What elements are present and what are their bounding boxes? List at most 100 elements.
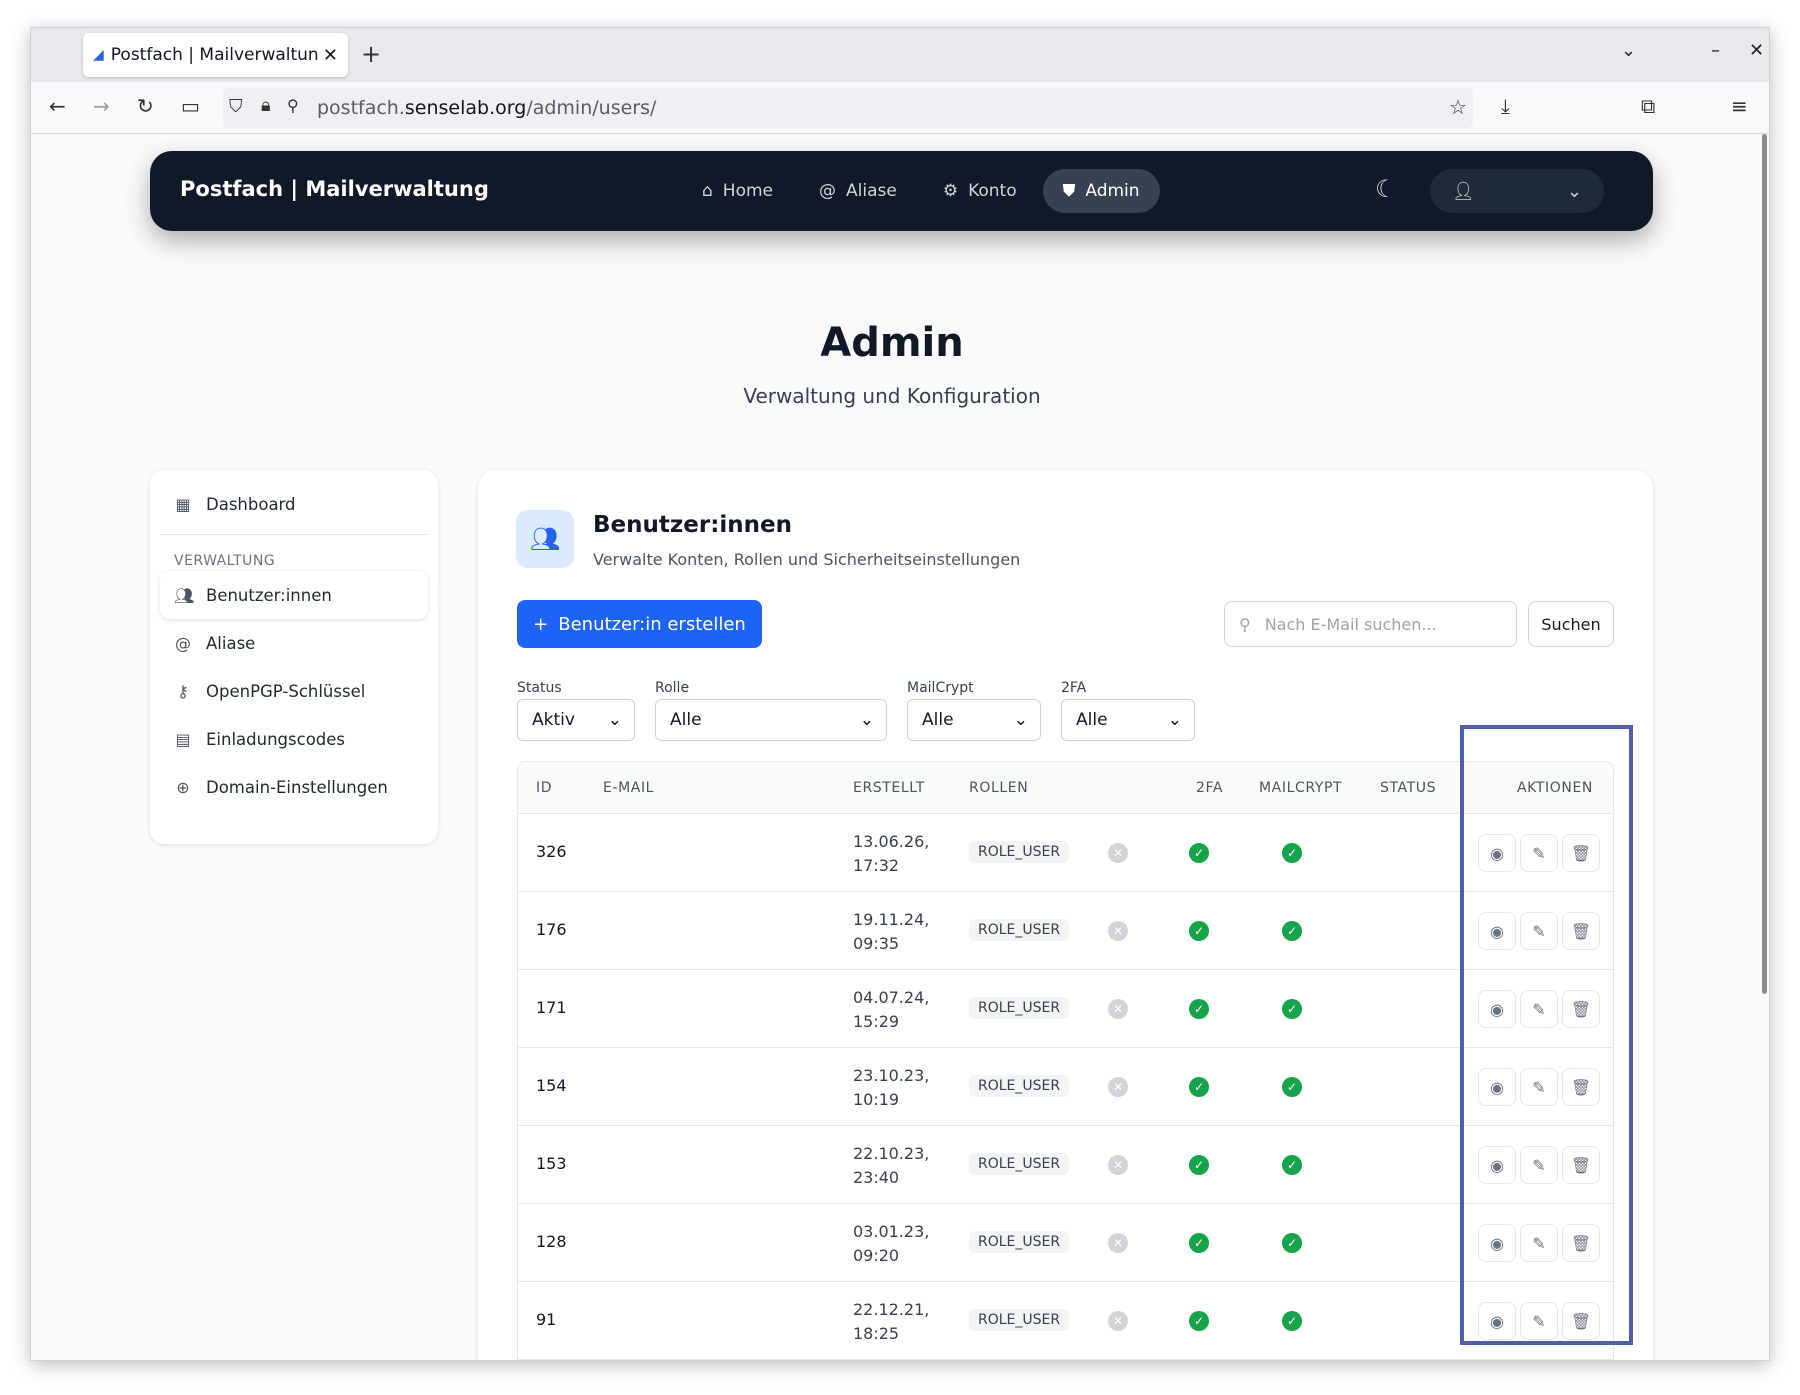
mailcrypt-enabled-icon: ✓ <box>1189 843 1209 863</box>
new-tab-icon[interactable]: + <box>361 40 381 68</box>
menu-icon[interactable]: ≡ <box>1731 94 1748 118</box>
delete-icon[interactable]: 🗑︎ <box>1562 834 1600 872</box>
mailcrypt-enabled-icon: ✓ <box>1189 1155 1209 1175</box>
edit-icon[interactable]: ✎ <box>1520 834 1558 872</box>
page-scrollbar[interactable] <box>1762 134 1767 994</box>
close-tab-icon[interactable]: ✕ <box>323 45 338 66</box>
twofa-select[interactable]: Alle ⌄ <box>1061 699 1195 741</box>
back-icon[interactable]: ← <box>49 94 66 118</box>
lock-icon[interactable]: 🔒︎ <box>261 95 271 116</box>
view-icon[interactable]: ◉ <box>1478 834 1516 872</box>
row-actions: ◉ ✎ 🗑︎ <box>1478 1146 1600 1184</box>
delete-icon[interactable]: 🗑︎ <box>1562 912 1600 950</box>
url-bar[interactable]: ⛉ 🔒︎ ⚲ postfach.senselab.org/admin/users… <box>223 88 1473 128</box>
sidebar-item-openpgp[interactable]: ⚷ OpenPGP-Schlüssel <box>160 667 428 715</box>
view-icon[interactable]: ◉ <box>1478 1068 1516 1106</box>
page-subtitle: Verwaltung und Konfiguration <box>743 384 1041 408</box>
tab-title: Postfach | Mailverwaltung <box>110 45 319 65</box>
tab-list-icon[interactable]: ⌄ <box>1621 40 1636 61</box>
view-icon[interactable]: ◉ <box>1478 1146 1516 1184</box>
row-actions: ◉ ✎ 🗑︎ <box>1478 1224 1600 1262</box>
extensions-icon[interactable]: ⧉ <box>1641 94 1655 118</box>
twofa-select-value: Alle <box>1076 710 1108 730</box>
edit-icon[interactable]: ✎ <box>1520 1302 1558 1340</box>
shield-icon[interactable]: ⛉ <box>229 96 243 117</box>
view-icon[interactable]: ◉ <box>1478 990 1516 1028</box>
cell-id: 176 <box>536 920 567 939</box>
bookmark-star-icon[interactable]: ☆ <box>1449 95 1467 119</box>
edit-icon[interactable]: ✎ <box>1520 1068 1558 1106</box>
browser-window: ◢ Postfach | Mailverwaltung ✕ + ⌄ – ✕ ← … <box>30 27 1770 1361</box>
filter-mailcrypt: MailCrypt Alle ⌄ <box>907 680 1041 741</box>
filter-role: Rolle Alle ⌄ <box>655 680 887 741</box>
row-actions: ◉ ✎ 🗑︎ <box>1478 834 1600 872</box>
close-window-icon[interactable]: ✕ <box>1749 40 1764 61</box>
favicon-icon: ◢ <box>93 47 104 63</box>
dark-mode-toggle-icon[interactable]: ☾ <box>1375 175 1397 203</box>
brand-title[interactable]: Postfach | Mailverwaltung <box>180 177 489 201</box>
mailcrypt-select[interactable]: Alle ⌄ <box>907 699 1041 741</box>
edit-icon[interactable]: ✎ <box>1520 1224 1558 1262</box>
delete-icon[interactable]: 🗑︎ <box>1562 1302 1600 1340</box>
twofa-disabled-icon: ✕ <box>1108 1233 1128 1253</box>
chevron-down-icon: ⌄ <box>1013 710 1028 730</box>
sidebar-item-aliases[interactable]: @ Aliase <box>160 619 428 667</box>
ticket-icon: ▤ <box>175 729 191 749</box>
col-email[interactable]: E-MAIL <box>603 780 654 796</box>
permissions-icon[interactable]: ⚲ <box>287 96 299 115</box>
view-icon[interactable]: ◉ <box>1478 1224 1516 1262</box>
nav-admin[interactable]: ⛊ Admin <box>1042 169 1160 213</box>
twofa-disabled-icon: ✕ <box>1108 1077 1128 1097</box>
table-row: 326 13.06.26, 17:32 ROLE_USER ✕ ✓ ✓ ◉ ✎ 🗑… <box>518 814 1613 892</box>
status-select[interactable]: Aktiv ⌄ <box>517 699 635 741</box>
cell-id: 91 <box>536 1310 557 1329</box>
table-row: 91 22.12.21, 18:25 ROLE_USER ✕ ✓ ✓ ◉ ✎ 🗑︎ <box>518 1282 1613 1360</box>
sidebar-item-label: Aliase <box>206 633 256 653</box>
create-user-button[interactable]: + Benutzer:in erstellen <box>517 600 762 648</box>
status-active-icon: ✓ <box>1282 843 1302 863</box>
filter-role-label: Rolle <box>655 680 690 696</box>
forward-icon[interactable]: → <box>93 94 110 118</box>
edit-icon[interactable]: ✎ <box>1520 912 1558 950</box>
page-content: Postfach | Mailverwaltung ⌂ Home @ Alias… <box>31 134 1753 1360</box>
view-icon[interactable]: ◉ <box>1478 1302 1516 1340</box>
sidebar-item-dashboard[interactable]: ▦ Dashboard <box>160 480 428 528</box>
delete-icon[interactable]: 🗑︎ <box>1562 1224 1600 1262</box>
sidebar-item-invite-codes[interactable]: ▤ Einladungscodes <box>160 715 428 763</box>
twofa-disabled-icon: ✕ <box>1108 921 1128 941</box>
sidebar-item-domain-settings[interactable]: ⊕ Domain-Einstellungen <box>160 763 428 811</box>
sidebar-toggle-icon[interactable]: ▭ <box>181 94 200 118</box>
search-input[interactable] <box>1264 614 1495 634</box>
cell-id: 128 <box>536 1232 567 1251</box>
search-button[interactable]: Suchen <box>1528 601 1614 647</box>
delete-icon[interactable]: 🗑︎ <box>1562 1146 1600 1184</box>
download-icon[interactable]: ⤓ <box>1501 94 1510 118</box>
cell-created: 03.01.23, 09:20 <box>853 1222 930 1265</box>
browser-tab[interactable]: ◢ Postfach | Mailverwaltung ✕ <box>83 33 348 77</box>
reload-icon[interactable]: ↻ <box>137 94 154 118</box>
sidebar-item-users[interactable]: 👥︎ Benutzer:innen <box>160 571 428 619</box>
col-id[interactable]: ID <box>536 780 552 796</box>
user-menu[interactable]: 👤︎ ⌄ <box>1430 169 1604 213</box>
delete-icon[interactable]: 🗑︎ <box>1562 990 1600 1028</box>
nav-konto[interactable]: ⚙ Konto <box>923 169 1037 213</box>
edit-icon[interactable]: ✎ <box>1520 990 1558 1028</box>
delete-icon[interactable]: 🗑︎ <box>1562 1068 1600 1106</box>
edit-icon[interactable]: ✎ <box>1520 1146 1558 1184</box>
col-created[interactable]: ERSTELLT <box>853 780 925 796</box>
col-status: STATUS <box>1380 780 1437 796</box>
sidebar-item-label: Benutzer:innen <box>206 585 332 605</box>
role-select-value: Alle <box>670 710 702 730</box>
minimize-icon[interactable]: – <box>1711 40 1720 61</box>
chevron-down-icon: ⌄ <box>859 710 874 730</box>
create-user-label: Benutzer:in erstellen <box>558 613 746 635</box>
nav-home[interactable]: ⌂ Home <box>682 169 793 213</box>
view-icon[interactable]: ◉ <box>1478 912 1516 950</box>
row-actions: ◉ ✎ 🗑︎ <box>1478 1302 1600 1340</box>
nav-aliase[interactable]: @ Aliase <box>799 169 917 213</box>
users-icon: 👥︎ <box>174 585 195 605</box>
status-active-icon: ✓ <box>1282 921 1302 941</box>
sidebar-item-label: Dashboard <box>206 494 296 514</box>
role-select[interactable]: Alle ⌄ <box>655 699 887 741</box>
home-icon: ⌂ <box>702 181 713 201</box>
